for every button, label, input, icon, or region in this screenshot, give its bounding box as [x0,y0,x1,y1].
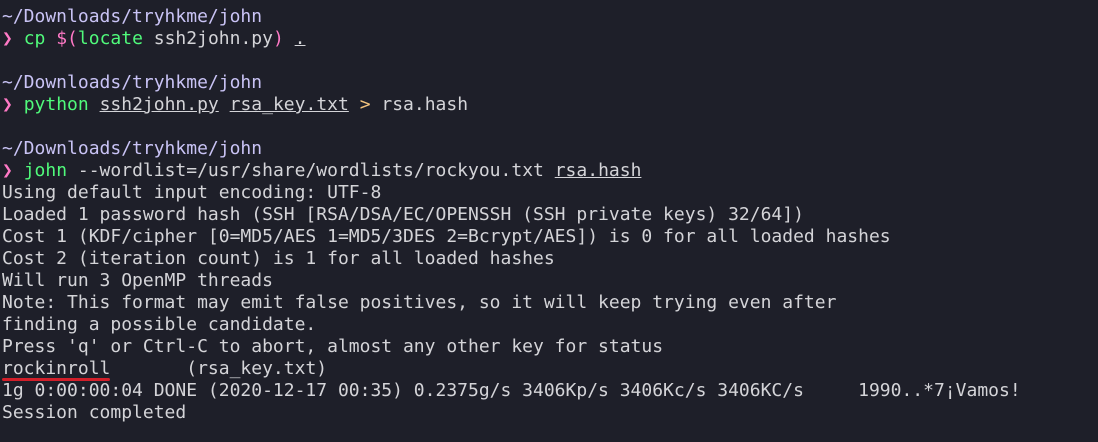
command-line: ❯ john --wordlist=/usr/share/wordlists/r… [2,160,1096,182]
output-line: Loaded 1 password hash (SSH [RSA/DSA/EC/… [2,204,804,225]
prompt-icon: ❯ [2,160,13,181]
redirect-operator: > [359,94,371,115]
output-line: finding a possible candidate. [2,314,317,335]
session-status: Session completed [2,402,187,423]
command-arg-path: rsa.hash [554,160,642,181]
command-line: ❯ python ssh2john.py rsa_key.txt > rsa.h… [2,94,1096,116]
command-arg: ) [272,28,284,49]
command-arg [284,28,295,49]
command-arg: --wordlist=/usr/share/wordlists/rockyou.… [67,160,555,181]
command-arg-path: rsa_key.txt [229,94,349,115]
cracked-source: (rsa_key.txt) [186,358,328,379]
command-arg [219,94,230,115]
cracked-password: rockinroll [2,358,111,381]
command-name: john [23,160,68,181]
output-line: Note: This format may emit false positiv… [2,292,837,313]
output-line: Cost 2 (iteration count) is 1 for all lo… [2,248,555,269]
command-name: python [23,94,89,115]
command-arg: $( [45,28,78,49]
cracked-spacer [110,358,186,379]
summary-line: 1g 0:00:00:04 DONE (2020-12-17 00:35) 0.… [2,380,1021,401]
command-arg: locate [77,28,143,49]
cracked-line: rockinroll (rsa_key.txt) [2,358,1096,381]
output-line: Using default input encoding: UTF-8 [2,182,382,203]
cwd-line: ~/Downloads/tryhkme/john [2,72,263,93]
command-arg-path: . [294,28,306,49]
command-arg [349,94,360,115]
command-arg [89,94,100,115]
prompt-icon: ❯ [2,94,13,115]
prompt-icon: ❯ [2,28,13,49]
command-line: ❯ cp $(locate ssh2john.py) . [2,28,1096,50]
terminal-window[interactable]: ~/Downloads/tryhkme/john ❯ cp $(locate s… [0,0,1096,424]
command-name: cp [23,28,46,49]
output-line: Cost 1 (KDF/cipher [0=MD5/AES 1=MD5/3DES… [2,226,891,247]
cwd-line: ~/Downloads/tryhkme/john [2,6,263,27]
command-arg: rsa.hash [370,94,469,115]
output-line: Will run 3 OpenMP threads [2,270,273,291]
output-line: Press 'q' or Ctrl-C to abort, almost any… [2,336,664,357]
cwd-line: ~/Downloads/tryhkme/john [2,138,263,159]
command-arg-path: ssh2john.py [99,94,219,115]
command-arg: ssh2john.py [142,28,273,49]
